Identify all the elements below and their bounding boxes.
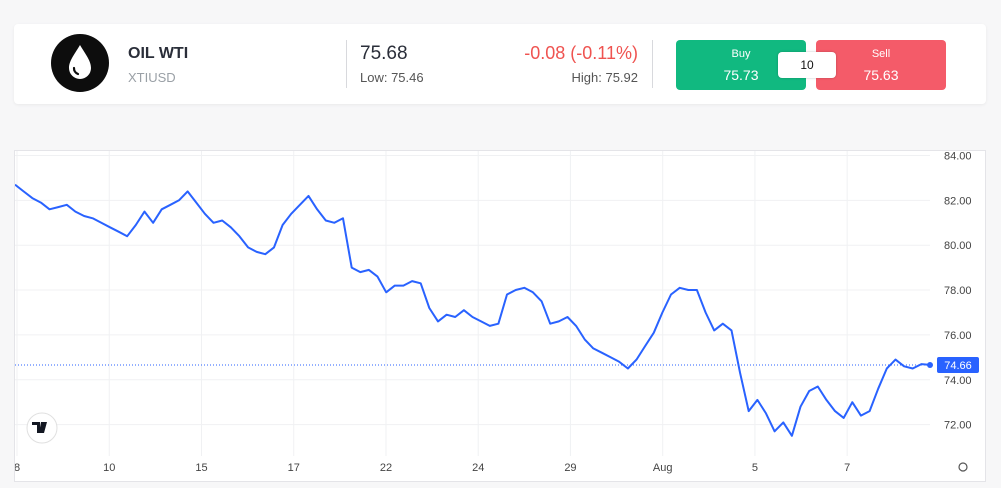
current-price-label: 74.66 <box>944 360 972 372</box>
price-series-line <box>15 183 931 437</box>
x-tick-label: 17 <box>288 462 300 474</box>
high-price: High: 75.92 <box>571 70 639 85</box>
y-tick-label: 78.00 <box>944 285 972 297</box>
current-price: 75.68 <box>360 43 408 64</box>
y-tick-label: 82.00 <box>944 195 972 207</box>
price-change: -0.08 (-0.11%) <box>524 43 638 63</box>
oil-drop-icon <box>51 34 109 92</box>
x-tick-label: 5 <box>752 462 758 474</box>
settings-icon <box>958 462 968 472</box>
instrument-header: OIL WTI XTIUSD 75.68 Low: 75.46 -0.08 (-… <box>14 24 986 104</box>
x-tick-label: 22 <box>380 462 392 474</box>
divider <box>346 40 347 88</box>
x-tick-label: 15 <box>195 462 207 474</box>
x-tick-label: Aug <box>653 462 673 474</box>
y-tick-label: 72.00 <box>944 420 972 432</box>
x-tick-label: 10 <box>103 462 115 474</box>
instrument-symbol: XTIUSD <box>128 70 176 85</box>
price-chart: 84.00 82.00 80.00 78.00 76.00 74.00 72.00 8 10 15… <box>14 150 986 482</box>
y-tick-label: 74.00 <box>944 375 972 387</box>
x-tick-label: 8 <box>15 462 20 474</box>
instrument-name: OIL WTI <box>128 45 189 62</box>
x-tick-label: 24 <box>472 462 484 474</box>
last-point <box>927 361 933 368</box>
x-tick-label: 29 <box>564 462 576 474</box>
y-tick-label: 76.00 <box>944 330 972 342</box>
divider <box>652 40 653 88</box>
y-tick-label: 80.00 <box>944 240 972 252</box>
low-price: Low: 75.46 <box>360 70 424 85</box>
x-tick-label: 7 <box>844 462 850 474</box>
y-tick-label: 84.00 <box>944 151 972 162</box>
chart-canvas: 84.00 82.00 80.00 78.00 76.00 74.00 72.00 8 10 15… <box>15 151 979 474</box>
quantity-input[interactable]: 10 <box>778 52 836 78</box>
